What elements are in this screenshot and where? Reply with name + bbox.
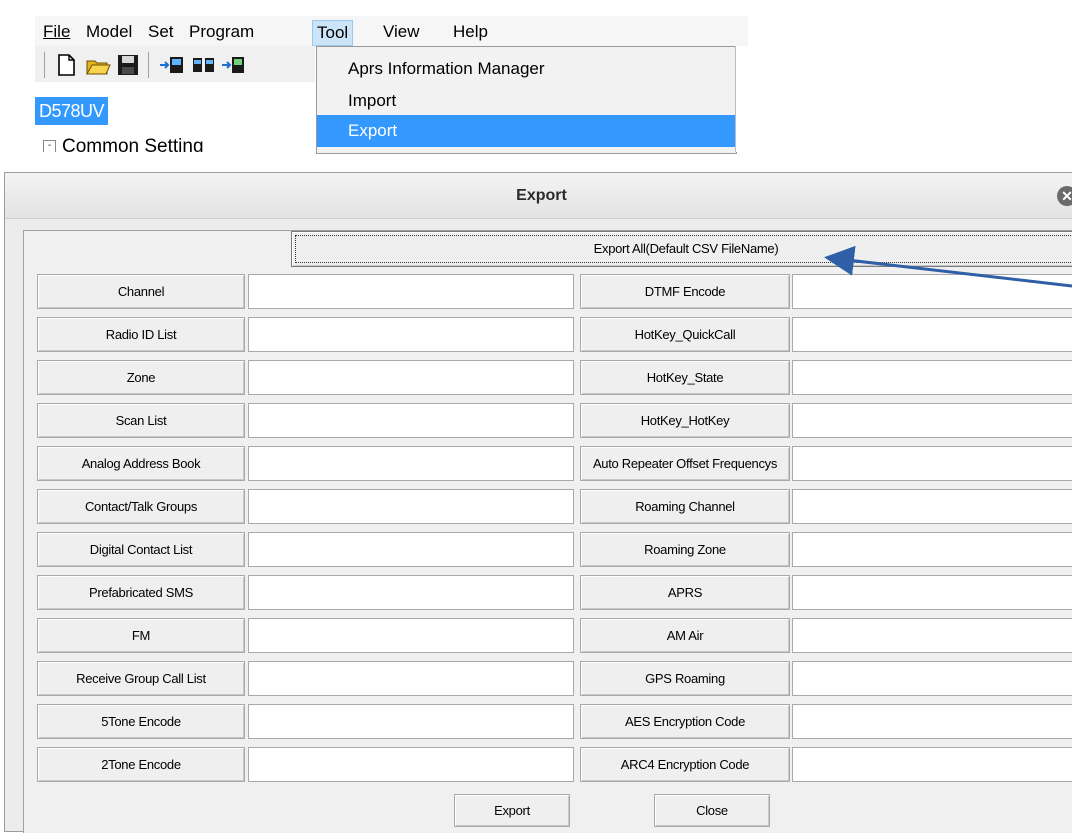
export-fm-button[interactable]: FM [37, 618, 245, 653]
menu-program[interactable]: Program [185, 20, 258, 44]
export-hotkey-quickcall-path-field[interactable] [792, 317, 1072, 352]
model-label[interactable]: D578UV [35, 97, 109, 125]
export-contact-talk-groups-path-field[interactable] [248, 489, 574, 524]
menu-file[interactable]: File [39, 20, 74, 44]
export-am-air-path-field[interactable] [792, 618, 1072, 653]
toolbar-separator [44, 52, 45, 78]
menu-tool[interactable]: Tool [312, 20, 354, 46]
export-fm-path-field[interactable] [248, 618, 574, 653]
export-prefabricated-sms-button[interactable]: Prefabricated SMS [37, 575, 245, 610]
tool-menu-dropdown: Aprs Information Manager Import Export [316, 46, 737, 154]
export-roaming-channel-path-field[interactable] [792, 489, 1072, 524]
export-zone-button[interactable]: Zone [37, 360, 245, 395]
export-channel-path-field[interactable] [248, 274, 574, 309]
export-channel-button[interactable]: Channel [37, 274, 245, 309]
export-hotkey-state-button[interactable]: HotKey_State [580, 360, 790, 395]
export-prefabricated-sms-path-field[interactable] [248, 575, 574, 610]
export-zone-path-field[interactable] [248, 360, 574, 395]
toolbar [35, 46, 315, 83]
collapse-icon[interactable]: - [43, 140, 56, 152]
export-5tone-encode-button[interactable]: 5Tone Encode [37, 704, 245, 739]
close-button[interactable]: Close [654, 794, 770, 827]
export-gps-roaming-button[interactable]: GPS Roaming [580, 661, 790, 696]
export-aprs-path-field[interactable] [792, 575, 1072, 610]
read-from-radio-icon[interactable] [159, 52, 185, 78]
export-aes-encryption-code-path-field[interactable] [792, 704, 1072, 739]
export-scan-list-path-field[interactable] [248, 403, 574, 438]
export-am-air-button[interactable]: AM Air [580, 618, 790, 653]
open-folder-icon[interactable] [85, 52, 111, 78]
menu-model[interactable]: Model [82, 20, 136, 44]
export-dtmf-encode-button[interactable]: DTMF Encode [580, 274, 790, 309]
close-icon[interactable]: ✕ [1057, 186, 1072, 206]
focus-rectangle [295, 235, 1072, 263]
dialog-titlebar: Export ✕ [5, 173, 1072, 219]
menu-item-import[interactable]: Import [317, 85, 736, 117]
export-2tone-encode-path-field[interactable] [248, 747, 574, 782]
export-receive-group-call-list-button[interactable]: Receive Group Call List [37, 661, 245, 696]
export-aprs-button[interactable]: APRS [580, 575, 790, 610]
export-receive-group-call-list-path-field[interactable] [248, 661, 574, 696]
export-auto-repeater-offset-frequencys-path-field[interactable] [792, 446, 1072, 481]
export-hotkey-hotkey-button[interactable]: HotKey_HotKey [580, 403, 790, 438]
export-aes-encryption-code-button[interactable]: AES Encryption Code [580, 704, 790, 739]
write-to-radio-icon[interactable] [221, 52, 247, 78]
export-contact-talk-groups-button[interactable]: Contact/Talk Groups [37, 489, 245, 524]
save-icon[interactable] [115, 52, 141, 78]
export-scan-list-button[interactable]: Scan List [37, 403, 245, 438]
menu-view[interactable]: View [379, 20, 424, 44]
export-roaming-zone-button[interactable]: Roaming Zone [580, 532, 790, 567]
export-gps-roaming-path-field[interactable] [792, 661, 1072, 696]
new-file-icon[interactable] [53, 52, 79, 78]
export-roaming-channel-button[interactable]: Roaming Channel [580, 489, 790, 524]
export-digital-contact-list-path-field[interactable] [248, 532, 574, 567]
export-radio-id-list-path-field[interactable] [248, 317, 574, 352]
export-panel: Export All(Default CSV FileName) Channel… [23, 230, 1072, 833]
export-dialog: Export ✕ Export All(Default CSV FileName… [4, 172, 1072, 833]
menu-help[interactable]: Help [449, 20, 492, 44]
tree-item-label: Common Setting [62, 136, 204, 152]
menu-item-aprs-information-manager[interactable]: Aprs Information Manager [317, 53, 736, 85]
export-roaming-zone-path-field[interactable] [792, 532, 1072, 567]
export-analog-address-book-button[interactable]: Analog Address Book [37, 446, 245, 481]
export-hotkey-state-path-field[interactable] [792, 360, 1072, 395]
toolbar-separator [148, 52, 149, 78]
export-radio-id-list-button[interactable]: Radio ID List [37, 317, 245, 352]
export-all-button[interactable]: Export All(Default CSV FileName) [291, 231, 1072, 267]
dialog-title: Export [516, 187, 567, 204]
export-analog-address-book-path-field[interactable] [248, 446, 574, 481]
export-5tone-encode-path-field[interactable] [248, 704, 574, 739]
export-auto-repeater-offset-frequencys-button[interactable]: Auto Repeater Offset Frequencys [580, 446, 790, 481]
export-2tone-encode-button[interactable]: 2Tone Encode [37, 747, 245, 782]
export-arc4-encryption-code-button[interactable]: ARC4 Encryption Code [580, 747, 790, 782]
export-digital-contact-list-button[interactable]: Digital Contact List [37, 532, 245, 567]
background-window-edge [735, 46, 748, 152]
export-arc4-encryption-code-path-field[interactable] [792, 747, 1072, 782]
menu-set[interactable]: Set [144, 20, 178, 44]
export-hotkey-hotkey-path-field[interactable] [792, 403, 1072, 438]
program-radio-icon[interactable] [191, 52, 217, 78]
export-hotkey-quickcall-button[interactable]: HotKey_QuickCall [580, 317, 790, 352]
export-button[interactable]: Export [454, 794, 570, 827]
export-dtmf-encode-path-field[interactable] [792, 274, 1072, 309]
tree-item-common-setting[interactable]: - Common Setting [43, 136, 204, 152]
menu-bar: File Model Set Program Tool View Help [35, 16, 748, 46]
menu-item-export[interactable]: Export [317, 115, 736, 147]
model-tree: D578UV - Common Setting [35, 82, 317, 152]
